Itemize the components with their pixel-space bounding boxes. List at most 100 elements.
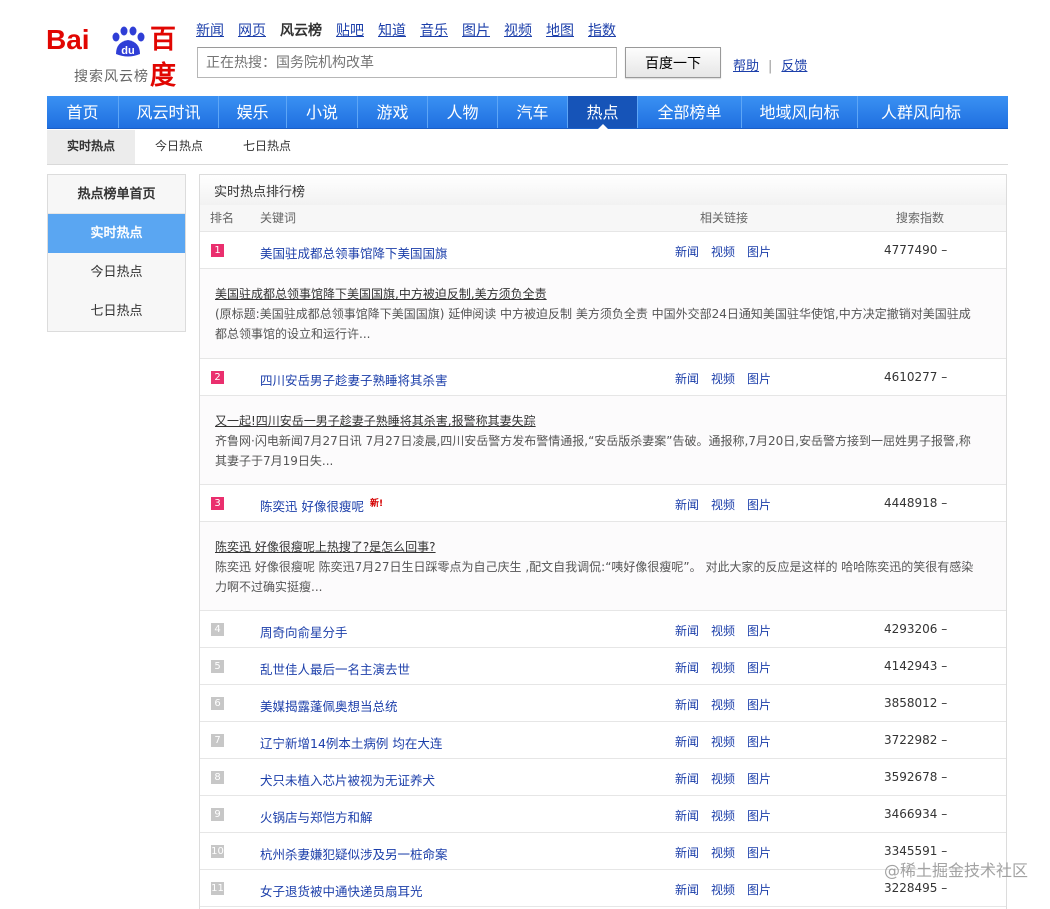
topnav-news[interactable]: 新闻 xyxy=(196,20,224,40)
topnav-index[interactable]: 指数 xyxy=(588,20,616,40)
keyword-link[interactable]: 犬只未植入芯片被视为无证养犬 xyxy=(260,770,435,789)
keyword-link[interactable]: 美媒揭露蓬佩奥想当总统 xyxy=(260,696,398,715)
video-link[interactable]: 视频 xyxy=(711,883,735,897)
news-link[interactable]: 新闻 xyxy=(675,498,699,512)
nav-news[interactable]: 风云时讯 xyxy=(119,96,219,128)
news-link[interactable]: 新闻 xyxy=(675,245,699,259)
table-row: 7 辽宁新增14例本土病例 均在大连 新闻 视频 图片 3722982 – xyxy=(200,722,1006,759)
related-links: 新闻 视频 图片 xyxy=(675,844,783,861)
side-item-realtime[interactable]: 实时热点 xyxy=(48,214,185,253)
image-link[interactable]: 图片 xyxy=(747,809,771,823)
keyword-link[interactable]: 周奇向俞星分手 xyxy=(260,622,348,641)
detail-title[interactable]: 陈奕迅 好像很瘦呢上热搜了?是怎么回事? xyxy=(215,537,978,557)
topnav-video[interactable]: 视频 xyxy=(504,20,532,40)
video-link[interactable]: 视频 xyxy=(711,772,735,786)
nav-entertainment[interactable]: 娱乐 xyxy=(219,96,287,128)
table-row: 8 犬只未植入芯片被视为无证养犬 新闻 视频 图片 3592678 – xyxy=(200,759,1006,796)
topnav-fengyunbang[interactable]: 风云榜 xyxy=(280,20,322,40)
video-link[interactable]: 视频 xyxy=(711,809,735,823)
detail-title[interactable]: 美国驻成都总领事馆降下美国国旗,中方被迫反制,美方须负全责 xyxy=(215,284,978,304)
topnav-zhidao[interactable]: 知道 xyxy=(378,20,406,40)
nav-people[interactable]: 人物 xyxy=(428,96,498,128)
col-rank: 排名 xyxy=(210,211,235,225)
help-link[interactable]: 帮助 xyxy=(733,59,759,74)
baidu-logo[interactable]: Bai du 百度 搜索风云榜 xyxy=(46,22,186,91)
rank-badge: 11 xyxy=(211,882,224,895)
keyword-link[interactable]: 杭州杀妻嫌犯疑似涉及另一桩命案 xyxy=(260,844,448,863)
topnav-tieba[interactable]: 贴吧 xyxy=(336,20,364,40)
tab-seven-days[interactable]: 七日热点 xyxy=(223,130,311,164)
news-link[interactable]: 新闻 xyxy=(675,883,699,897)
rank-badge: 2 xyxy=(211,371,224,384)
nav-home[interactable]: 首页 xyxy=(47,96,119,128)
side-item-seven-days[interactable]: 七日热点 xyxy=(48,292,185,331)
image-link[interactable]: 图片 xyxy=(747,624,771,638)
image-link[interactable]: 图片 xyxy=(747,698,771,712)
detail-title[interactable]: 又一起!四川安岳一男子趁妻子熟睡将其杀害,报警称其妻失踪 xyxy=(215,411,978,431)
nav-novel[interactable]: 小说 xyxy=(287,96,358,128)
image-link[interactable]: 图片 xyxy=(747,372,771,386)
rank-badge: 10 xyxy=(211,845,224,858)
nav-region[interactable]: 地域风向标 xyxy=(742,96,858,128)
video-link[interactable]: 视频 xyxy=(711,498,735,512)
keyword-link[interactable]: 四川安岳男子趁妻子熟睡将其杀害 xyxy=(260,370,448,389)
topnav-music[interactable]: 音乐 xyxy=(420,20,448,40)
keyword-link[interactable]: 乱世佳人最后一名主演去世 xyxy=(260,659,410,678)
related-links: 新闻 视频 图片 xyxy=(675,807,783,824)
detail-text: 陈奕迅 好像很瘦呢 陈奕迅7月27日生日踩零点为自己庆生 ,配文自我调侃:“咦好… xyxy=(215,560,974,594)
topnav-images[interactable]: 图片 xyxy=(462,20,490,40)
news-link[interactable]: 新闻 xyxy=(675,846,699,860)
search-button[interactable]: 百度一下 xyxy=(625,47,721,78)
keyword-link[interactable]: 陈奕迅 好像很瘦呢 新! xyxy=(260,496,383,515)
col-links: 相关链接 xyxy=(700,211,749,225)
tab-today[interactable]: 今日热点 xyxy=(135,130,223,164)
search-input[interactable] xyxy=(197,47,617,78)
news-link[interactable]: 新闻 xyxy=(675,661,699,675)
image-link[interactable]: 图片 xyxy=(747,772,771,786)
tab-realtime[interactable]: 实时热点 xyxy=(47,130,136,164)
side-item-today[interactable]: 今日热点 xyxy=(48,253,185,292)
image-link[interactable]: 图片 xyxy=(747,735,771,749)
image-link[interactable]: 图片 xyxy=(747,883,771,897)
news-link[interactable]: 新闻 xyxy=(675,372,699,386)
video-link[interactable]: 视频 xyxy=(711,735,735,749)
video-link[interactable]: 视频 xyxy=(711,698,735,712)
side-home[interactable]: 热点榜单首页 xyxy=(48,175,185,214)
search-index: 4777490 – xyxy=(884,243,948,257)
search-index: 3228495 – xyxy=(884,881,948,895)
feedback-link[interactable]: 反馈 xyxy=(781,59,807,74)
nav-cars[interactable]: 汽车 xyxy=(498,96,568,128)
video-link[interactable]: 视频 xyxy=(711,245,735,259)
video-link[interactable]: 视频 xyxy=(711,846,735,860)
table-row: 2 四川安岳男子趁妻子熟睡将其杀害 新闻 视频 图片 4610277 – xyxy=(200,359,1006,396)
news-link[interactable]: 新闻 xyxy=(675,624,699,638)
image-link[interactable]: 图片 xyxy=(747,661,771,675)
search-index: 3858012 – xyxy=(884,696,948,710)
image-link[interactable]: 图片 xyxy=(747,846,771,860)
news-link[interactable]: 新闻 xyxy=(675,772,699,786)
image-link[interactable]: 图片 xyxy=(747,498,771,512)
keyword-link[interactable]: 辽宁新增14例本土病例 均在大连 xyxy=(260,733,442,752)
col-keyword: 关键词 xyxy=(260,211,297,225)
image-link[interactable]: 图片 xyxy=(747,245,771,259)
main-nav: 首页 风云时讯 娱乐 小说 游戏 人物 汽车 热点 全部榜单 地域风向标 人群风… xyxy=(47,96,1008,129)
keyword-link[interactable]: 火锅店与郑恺方和解 xyxy=(260,807,373,826)
nav-crowd[interactable]: 人群风向标 xyxy=(858,96,984,128)
topnav-web[interactable]: 网页 xyxy=(238,20,266,40)
video-link[interactable]: 视频 xyxy=(711,661,735,675)
nav-all-lists[interactable]: 全部榜单 xyxy=(638,96,742,128)
topnav-map[interactable]: 地图 xyxy=(546,20,574,40)
video-link[interactable]: 视频 xyxy=(711,372,735,386)
related-links: 新闻 视频 图片 xyxy=(675,770,783,787)
row-detail: 陈奕迅 好像很瘦呢上热搜了?是怎么回事? 陈奕迅 好像很瘦呢 陈奕迅7月27日生… xyxy=(200,522,1006,611)
news-link[interactable]: 新闻 xyxy=(675,698,699,712)
nav-hot[interactable]: 热点 xyxy=(568,96,638,129)
news-link[interactable]: 新闻 xyxy=(675,809,699,823)
video-link[interactable]: 视频 xyxy=(711,624,735,638)
news-link[interactable]: 新闻 xyxy=(675,735,699,749)
nav-games[interactable]: 游戏 xyxy=(358,96,428,128)
keyword-link[interactable]: 美国驻成都总领事馆降下美国国旗 xyxy=(260,243,448,262)
keyword-link[interactable]: 女子退货被中通快递员扇耳光 xyxy=(260,881,423,900)
sub-tabs: 实时热点 今日热点 七日热点 xyxy=(47,130,1008,165)
rank-badge: 7 xyxy=(211,734,224,747)
